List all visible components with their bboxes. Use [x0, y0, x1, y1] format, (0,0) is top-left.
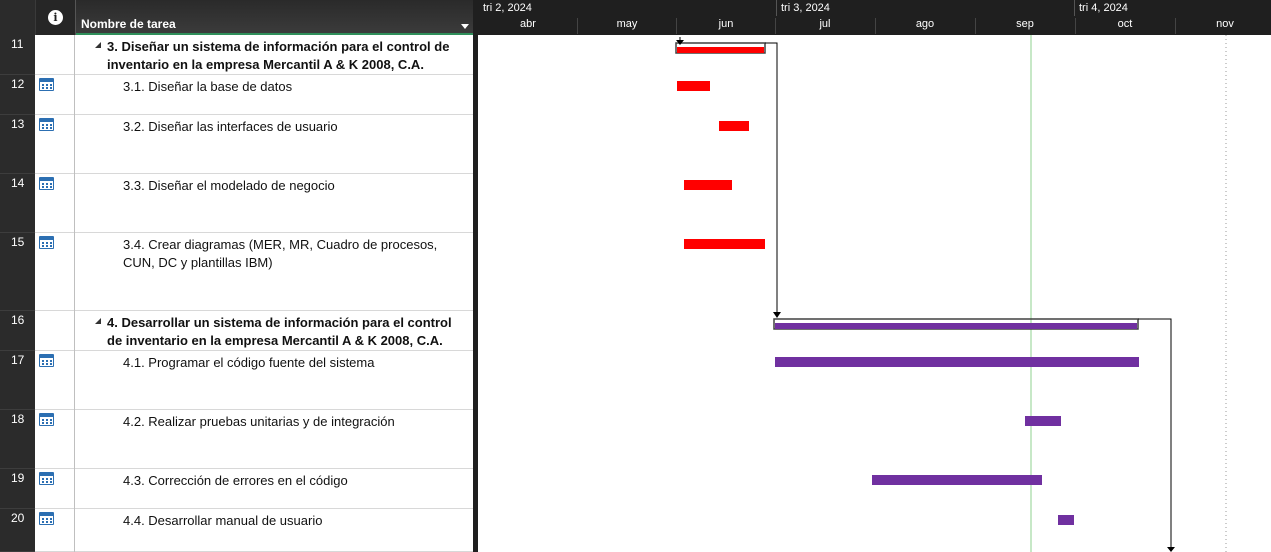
indicator-cell[interactable]	[35, 174, 74, 233]
indicator-cell[interactable]	[35, 115, 74, 174]
row-number[interactable]: 14	[0, 174, 35, 233]
indicators-column	[35, 35, 74, 552]
task-name: 4.4. Desarrollar manual de usuario	[123, 513, 323, 528]
month-label: ago	[915, 18, 935, 30]
row-number[interactable]: 12	[0, 75, 35, 115]
month-separator	[875, 18, 876, 34]
month-label: abr	[520, 18, 536, 30]
row-number[interactable]: 13	[0, 115, 35, 174]
gantt-chart-svg	[675, 35, 1227, 552]
row-number[interactable]: 19	[0, 469, 35, 509]
task-bar[interactable]	[719, 121, 749, 131]
task-row[interactable]: 3.4. Crear diagramas (MER, MR, Cuadro de…	[75, 233, 473, 311]
calendar-icon	[39, 118, 54, 131]
month-label: jul	[819, 18, 831, 30]
calendar-icon	[39, 512, 54, 525]
gantt-chart-area[interactable]	[478, 35, 1271, 552]
task-name-column-label: Nombre de tarea	[81, 17, 176, 31]
indicator-cell[interactable]	[35, 351, 74, 410]
task-name-column-header[interactable]: Nombre de tarea	[75, 0, 475, 35]
task-name: 3.4. Crear diagramas (MER, MR, Cuadro de…	[123, 237, 438, 270]
indicator-cell[interactable]	[35, 509, 74, 552]
task-name: 3.3. Diseñar el modelado de negocio	[123, 178, 335, 193]
month-label: sep	[1016, 18, 1034, 30]
task-name: 4.1. Programar el código fuente del sist…	[123, 355, 375, 370]
row-number[interactable]: 20	[0, 509, 35, 552]
calendar-icon	[39, 236, 54, 249]
indicator-cell[interactable]	[35, 469, 74, 509]
task-bar[interactable]	[775, 357, 1139, 367]
dependency-arrowhead	[773, 312, 781, 318]
summary-task-bar[interactable]	[775, 323, 1137, 329]
task-name: 3.2. Diseñar las interfaces de usuario	[123, 119, 338, 134]
row-number[interactable]: 17	[0, 351, 35, 410]
month-label: nov	[1216, 18, 1234, 30]
row-number-header[interactable]	[0, 0, 35, 35]
quarter-separator	[776, 0, 777, 16]
task-name: 3. Diseñar un sistema de información par…	[107, 39, 450, 72]
task-bar[interactable]	[684, 239, 765, 249]
month-label: may	[616, 18, 638, 30]
indicator-cell[interactable]	[35, 233, 74, 311]
quarter-separator	[1074, 0, 1075, 16]
task-row[interactable]: 3.3. Diseñar el modelado de negocio	[75, 174, 473, 233]
quarter-label: tri 3, 2024	[781, 2, 830, 14]
summary-task-bar[interactable]	[677, 47, 764, 53]
task-name: 3.1. Diseñar la base de datos	[123, 79, 293, 94]
calendar-icon	[39, 177, 54, 190]
indicators-header[interactable]: i	[35, 0, 75, 35]
quarter-label: tri 2, 2024	[483, 2, 532, 14]
task-bar[interactable]	[677, 81, 710, 91]
month-label: jun	[718, 18, 734, 30]
chevron-down-icon[interactable]	[461, 24, 469, 29]
month-separator	[975, 18, 976, 34]
task-name: 4.3. Corrección de errores en el código	[123, 473, 348, 488]
dependency-link	[1138, 318, 1172, 549]
task-row[interactable]: 3.1. Diseñar la base de datos	[75, 75, 473, 115]
collapse-triangle-icon[interactable]	[95, 318, 101, 324]
indicator-cell[interactable]	[35, 311, 74, 351]
quarter-label: tri 4, 2024	[1079, 2, 1128, 14]
row-number[interactable]: 16	[0, 311, 35, 351]
dependency-link	[765, 42, 778, 313]
indicator-cell[interactable]	[35, 35, 74, 75]
task-bar[interactable]	[684, 180, 732, 190]
task-row[interactable]: 4.1. Programar el código fuente del sist…	[75, 351, 473, 410]
task-row[interactable]: 3.2. Diseñar las interfaces de usuario	[75, 115, 473, 174]
collapse-triangle-icon[interactable]	[95, 42, 101, 48]
task-bar[interactable]	[1025, 416, 1061, 426]
calendar-icon	[39, 354, 54, 367]
calendar-icon	[39, 78, 54, 91]
task-bar[interactable]	[1058, 515, 1074, 525]
month-label: oct	[1117, 18, 1133, 30]
calendar-icon	[39, 413, 54, 426]
gantt-timescale[interactable]: tri 2, 2024 tri 3, 2024 tri 4, 2024 abr may j…	[478, 0, 1271, 35]
summary-task-row[interactable]: 4. Desarrollar un sistema de información…	[75, 311, 473, 351]
row-number-column: 11 12 13 14 15 16 17 18 19 20	[0, 35, 35, 552]
task-name-column: 3. Diseñar un sistema de información par…	[75, 35, 473, 552]
month-separator	[676, 18, 677, 34]
indicator-cell[interactable]	[35, 75, 74, 115]
task-row[interactable]: 4.2. Realizar pruebas unitarias y de int…	[75, 410, 473, 469]
month-separator	[1175, 18, 1176, 34]
row-number[interactable]: 18	[0, 410, 35, 469]
task-name: 4.2. Realizar pruebas unitarias y de int…	[123, 414, 395, 429]
task-name: 4. Desarrollar un sistema de información…	[107, 315, 452, 348]
dependency-arrowhead	[1167, 547, 1175, 552]
task-row[interactable]: 4.3. Corrección de errores en el código	[75, 469, 473, 509]
info-circle-icon: i	[48, 10, 63, 25]
month-separator	[1075, 18, 1076, 34]
task-row[interactable]: 4.4. Desarrollar manual de usuario	[75, 509, 473, 552]
month-separator	[775, 18, 776, 34]
calendar-icon	[39, 472, 54, 485]
summary-task-row[interactable]: 3. Diseñar un sistema de información par…	[75, 35, 473, 75]
row-number[interactable]: 11	[0, 35, 35, 75]
month-separator	[577, 18, 578, 34]
indicator-cell[interactable]	[35, 410, 74, 469]
task-bar[interactable]	[872, 475, 1042, 485]
row-number[interactable]: 15	[0, 233, 35, 311]
